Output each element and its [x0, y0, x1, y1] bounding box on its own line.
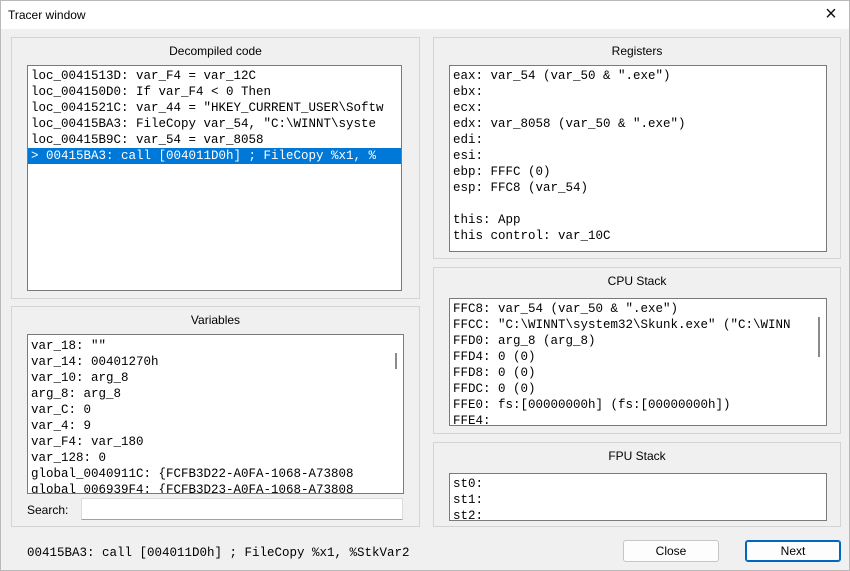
variable-row[interactable]: var_C: 0: [28, 402, 403, 418]
cpu-stack-panel: CPU Stack FFC8: var_54 (var_50 & ".exe")…: [433, 267, 841, 434]
register-row[interactable]: edi:: [450, 132, 826, 148]
cpu-stack-row[interactable]: FFCC: "C:\WINNT\system32\Skunk.exe" ("C:…: [450, 317, 826, 333]
cpu-stack-row[interactable]: FFE4:: [450, 413, 826, 425]
variables-panel: Variables var_18: "" var_14: 00401270h var…: [11, 306, 420, 527]
variable-row[interactable]: var_F4: var_180: [28, 434, 403, 450]
register-row[interactable]: ebp: FFFC (0): [450, 164, 826, 180]
register-row[interactable]: this control: var_10C: [450, 228, 826, 244]
close-icon[interactable]: ×: [819, 3, 843, 27]
register-row[interactable]: ebx:: [450, 84, 826, 100]
register-row[interactable]: [450, 196, 826, 212]
cpu-stack-scrollbar-thumb[interactable]: [818, 317, 820, 357]
register-row[interactable]: ecx:: [450, 100, 826, 116]
variable-row[interactable]: var_10: arg_8: [28, 370, 403, 386]
cpu-stack-scrollbar[interactable]: [812, 299, 826, 425]
variable-row[interactable]: var_14: 00401270h: [28, 354, 403, 370]
variables-title: Variables: [190, 313, 241, 327]
variable-row[interactable]: var_18: "": [28, 338, 403, 354]
register-row[interactable]: eax: var_54 (var_50 & ".exe"): [450, 68, 826, 84]
variable-row[interactable]: arg_8: arg_8: [28, 386, 403, 402]
decompiled-code-row[interactable]: loc_0041513D: var_F4 = var_12C: [28, 68, 401, 84]
decompiled-code-row[interactable]: loc_0041521C: var_44 = "HKEY_CURRENT_USE…: [28, 100, 401, 116]
status-line: 00415BA3: call [004011D0h] ; FileCopy %x…: [27, 546, 410, 560]
register-row[interactable]: edx: var_8058 (var_50 & ".exe"): [450, 116, 826, 132]
cpu-stack-row[interactable]: FFD0: arg_8 (arg_8): [450, 333, 826, 349]
decompiled-code-panel: Decompiled code loc_0041513D: var_F4 = v…: [11, 37, 420, 299]
cpu-stack-row[interactable]: FFD4: 0 (0): [450, 349, 826, 365]
fpu-stack-row[interactable]: st0:: [450, 476, 826, 492]
decompiled-code-title: Decompiled code: [169, 44, 262, 58]
decompiled-code-row[interactable]: > 00415BA3: call [004011D0h] ; FileCopy …: [28, 148, 401, 164]
fpu-stack-row[interactable]: st2:: [450, 508, 826, 520]
fpu-stack-panel: FPU Stack st0: st1: st2:: [433, 442, 841, 527]
fpu-stack-list[interactable]: st0: st1: st2:: [449, 473, 827, 521]
cpu-stack-row[interactable]: FFE0: fs:[00000000h] (fs:[00000000h]): [450, 397, 826, 413]
search-label: Search:: [27, 503, 69, 517]
close-button[interactable]: Close: [623, 540, 719, 562]
next-button[interactable]: Next: [745, 540, 841, 562]
search-input[interactable]: [81, 498, 403, 520]
cpu-stack-row[interactable]: FFC8: var_54 (var_50 & ".exe"): [450, 301, 826, 317]
register-row[interactable]: esp: FFC8 (var_54): [450, 180, 826, 196]
cpu-stack-row[interactable]: FFDC: 0 (0): [450, 381, 826, 397]
variable-row[interactable]: global_006939F4: {FCFB3D23-A0FA-1068-A73…: [28, 482, 403, 493]
cpu-stack-title: CPU Stack: [607, 274, 667, 288]
variables-scrollbar-thumb[interactable]: [395, 353, 397, 369]
variable-row[interactable]: var_128: 0: [28, 450, 403, 466]
register-row[interactable]: this: App: [450, 212, 826, 228]
variable-row[interactable]: var_4: 9: [28, 418, 403, 434]
variables-scrollbar[interactable]: [389, 335, 403, 493]
decompiled-code-row[interactable]: loc_00415BA3: FileCopy var_54, "C:\WINNT…: [28, 116, 401, 132]
registers-title: Registers: [611, 44, 663, 58]
fpu-stack-row[interactable]: st1:: [450, 492, 826, 508]
tracer-window: Tracer window × Decompiled code loc_0041…: [0, 0, 850, 571]
variables-list[interactable]: var_18: "" var_14: 00401270h var_10: arg_8…: [27, 334, 404, 494]
decompiled-code-list[interactable]: loc_0041513D: var_F4 = var_12C loc_004150…: [27, 65, 402, 291]
decompiled-code-row[interactable]: loc_004150D0: If var_F4 < 0 Then: [28, 84, 401, 100]
decompiled-code-row[interactable]: loc_00415B9C: var_54 = var_8058: [28, 132, 401, 148]
registers-list[interactable]: eax: var_54 (var_50 & ".exe") ebx: ecx: edx…: [449, 65, 827, 252]
register-row[interactable]: esi:: [450, 148, 826, 164]
window-title: Tracer window: [8, 8, 86, 22]
cpu-stack-row[interactable]: FFD8: 0 (0): [450, 365, 826, 381]
registers-panel: Registers eax: var_54 (var_50 & ".exe") e…: [433, 37, 841, 259]
variable-row[interactable]: global_0040911C: {FCFB3D22-A0FA-1068-A73…: [28, 466, 403, 482]
cpu-stack-list[interactable]: FFC8: var_54 (var_50 & ".exe") FFCC: "C:\…: [449, 298, 827, 426]
title-bar: Tracer window ×: [1, 1, 849, 29]
fpu-stack-title: FPU Stack: [608, 449, 666, 463]
